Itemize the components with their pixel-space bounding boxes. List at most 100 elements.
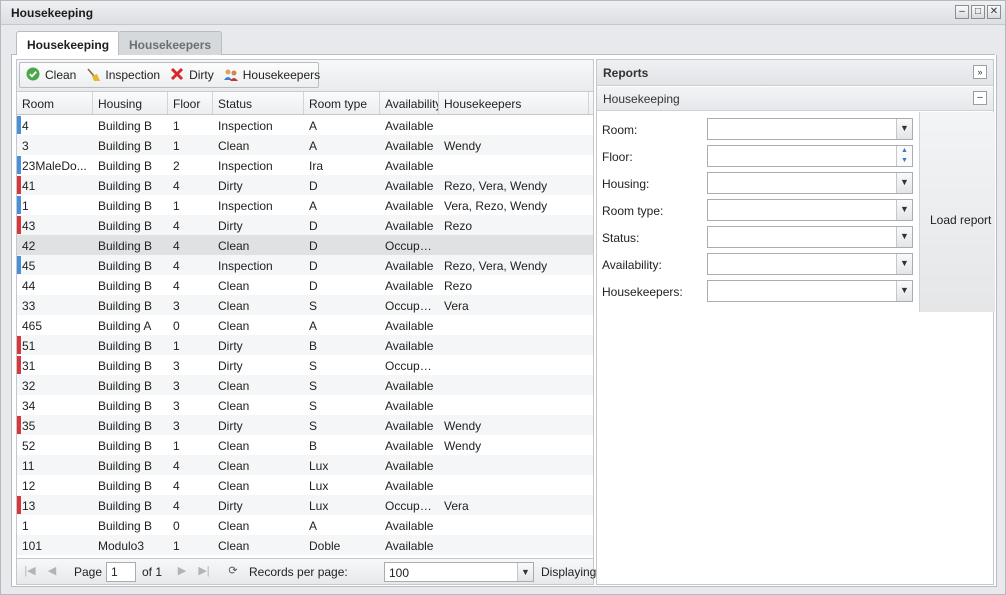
collapse-right-icon[interactable]: » xyxy=(973,65,987,79)
cell-status: Clean xyxy=(218,279,250,293)
tab-bar: Housekeeping Housekeepers xyxy=(11,29,995,56)
table-row[interactable]: 52 Building B 1 Clean B Available Wendy xyxy=(17,435,593,455)
cell-status: Dirty xyxy=(218,219,243,233)
table-row[interactable]: 42 Building B 4 Clean D Occupied xyxy=(17,235,593,255)
spinner-arrows-icon[interactable]: ▲ ▼ xyxy=(896,146,912,166)
table-row[interactable]: 101 Modulo3 1 Clean Doble Available xyxy=(17,535,593,555)
cell-room-type: Lux xyxy=(309,499,329,513)
table-row[interactable]: 41 Building B 4 Dirty D Available Rezo, Vera, … xyxy=(17,175,593,195)
maximize-button[interactable]: □ xyxy=(971,5,985,19)
cell-availability: Available xyxy=(385,339,434,353)
reports-header: Reports » xyxy=(597,60,993,86)
chevron-down-icon[interactable]: ▼ xyxy=(517,563,533,581)
table-row[interactable]: 3 Building B 1 Clean A Available Wendy xyxy=(17,135,593,155)
column-header-housing[interactable]: Housing xyxy=(93,92,168,114)
records-per-page-select[interactable]: 100 ▼ xyxy=(384,562,534,582)
table-row[interactable]: 11 Building B 4 Clean Lux Available xyxy=(17,455,593,475)
table-row[interactable]: 44 Building B 4 Clean D Available Rezo xyxy=(17,275,593,295)
status-marker xyxy=(17,116,21,134)
table-row[interactable]: 13 Building B 4 Dirty Lux Occupied Vera xyxy=(17,495,593,515)
table-row[interactable]: 465 Building A 0 Clean A Available xyxy=(17,315,593,335)
minimize-button[interactable]: – xyxy=(955,5,969,19)
column-header-availability[interactable]: Availability xyxy=(380,92,439,114)
table-row[interactable]: 12 Building B 4 Clean Lux Available xyxy=(17,475,593,495)
status-marker xyxy=(17,216,21,234)
table-row[interactable]: 51 Building B 1 Dirty B Available xyxy=(17,335,593,355)
cell-housing: Building B xyxy=(98,219,153,233)
status-marker xyxy=(17,256,21,274)
cell-floor: 3 xyxy=(173,379,180,393)
column-header-room[interactable]: Room xyxy=(17,92,93,114)
cell-floor: 0 xyxy=(173,519,180,533)
room-type-field-row: Room type: ▼ xyxy=(597,199,917,221)
room-type-select[interactable]: ▼ xyxy=(707,199,913,221)
page-number-input[interactable] xyxy=(106,562,136,582)
collapse-section-icon[interactable]: – xyxy=(973,91,987,105)
column-header-floor[interactable]: Floor xyxy=(168,92,213,114)
cell-status: Clean xyxy=(218,539,250,553)
refresh-icon[interactable]: ⟳ xyxy=(226,564,240,578)
load-report-button[interactable]: Load report xyxy=(919,112,995,312)
cell-status: Clean xyxy=(218,139,250,153)
column-header-room-type[interactable]: Room type xyxy=(304,92,380,114)
cell-housing: Building B xyxy=(98,299,153,313)
housekeepers-select[interactable]: ▼ xyxy=(707,280,913,302)
chevron-down-icon[interactable]: ▼ xyxy=(896,173,912,193)
cell-floor: 4 xyxy=(173,179,180,193)
inspection-button[interactable]: Inspection xyxy=(80,63,164,87)
cell-status: Inspection xyxy=(218,119,273,133)
column-header-housekeepers[interactable]: Housekeepers xyxy=(439,92,589,114)
prev-page-icon[interactable]: ◀ xyxy=(45,564,59,578)
cell-floor: 1 xyxy=(173,119,180,133)
table-row[interactable]: 34 Building B 3 Clean S Available xyxy=(17,395,593,415)
tab-housekeeping[interactable]: Housekeeping xyxy=(16,31,121,56)
availability-select[interactable]: ▼ xyxy=(707,253,913,275)
tab-housekeepers[interactable]: Housekeepers xyxy=(118,31,223,55)
table-row[interactable]: 4 Building B 1 Inspection A Available xyxy=(17,115,593,135)
load-report-label: Load report xyxy=(930,213,992,227)
housekeepers-button[interactable]: Housekeepers xyxy=(218,63,324,87)
chevron-down-icon[interactable]: ▼ xyxy=(896,281,912,301)
table-row[interactable]: 23MaleDo... Building B 2 Inspection Ira Avail… xyxy=(17,155,593,175)
chevron-down-icon[interactable]: ▼ xyxy=(896,119,912,139)
cell-availability: Available xyxy=(385,119,434,133)
next-page-icon[interactable]: ▶ xyxy=(175,564,189,578)
cell-room: 34 xyxy=(22,399,36,413)
status-marker xyxy=(17,196,21,214)
table-row[interactable]: 1 Building B 0 Clean A Available xyxy=(17,515,593,535)
column-header-status[interactable]: Status xyxy=(213,92,304,114)
chevron-down-icon[interactable]: ▼ xyxy=(896,254,912,274)
cell-status: Dirty xyxy=(218,179,243,193)
table-row[interactable]: 1 Building B 1 Inspection A Available Vera, Re… xyxy=(17,195,593,215)
status-select[interactable]: ▼ xyxy=(707,226,913,248)
cell-housekeepers xyxy=(439,235,589,254)
cell-room: 1 xyxy=(22,199,29,213)
cell-availability: Available xyxy=(385,419,434,433)
last-page-icon[interactable]: ▶| xyxy=(197,564,211,578)
floor-spinner[interactable]: ▲ ▼ xyxy=(707,145,913,167)
room-select[interactable]: ▼ xyxy=(707,118,913,140)
section-title: Housekeeping xyxy=(603,92,680,106)
close-button[interactable]: ✕ xyxy=(987,5,1001,19)
availability-label: Availability: xyxy=(602,258,662,272)
cell-housekeepers: Rezo, Vera, Wendy xyxy=(444,179,548,193)
dirty-button[interactable]: Dirty xyxy=(164,63,218,87)
table-row[interactable]: 45 Building B 4 Inspection D Available Rezo, V… xyxy=(17,255,593,275)
chevron-down-icon[interactable]: ▼ xyxy=(896,200,912,220)
rooms-panel: Clean Inspection Dirty Housekeepers Room… xyxy=(16,59,596,585)
cell-availability: Available xyxy=(385,439,434,453)
housing-select[interactable]: ▼ xyxy=(707,172,913,194)
cell-availability: Available xyxy=(385,459,434,473)
chevron-down-icon[interactable]: ▼ xyxy=(896,227,912,247)
cell-housekeepers xyxy=(439,355,589,374)
table-row[interactable]: 33 Building B 3 Clean S Occupied Vera xyxy=(17,295,593,315)
table-row[interactable]: 32 Building B 3 Clean S Available xyxy=(17,375,593,395)
first-page-icon[interactable]: |◀ xyxy=(23,564,37,578)
table-row[interactable]: 43 Building B 4 Dirty D Available Rezo xyxy=(17,215,593,235)
cell-room: 1 xyxy=(22,519,29,533)
window-titlebar[interactable]: Housekeeping – □ ✕ xyxy=(1,1,1005,25)
table-row[interactable]: 35 Building B 3 Dirty S Available Wendy xyxy=(17,415,593,435)
table-row[interactable]: 31 Building B 3 Dirty S Occupied xyxy=(17,355,593,375)
clean-button[interactable]: Clean xyxy=(20,63,80,87)
cell-housing: Building B xyxy=(98,459,153,473)
